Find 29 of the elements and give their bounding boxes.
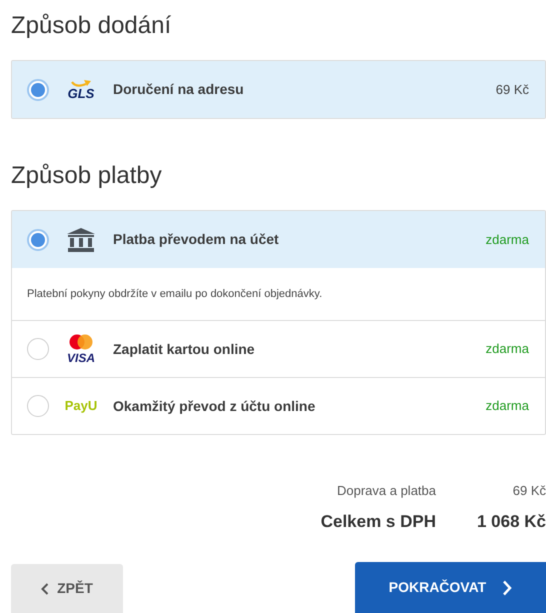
chevron-left-icon <box>41 582 50 594</box>
option-row[interactable]: Platba převodem na účet zdarma <box>12 211 545 268</box>
bank-icon <box>67 228 95 252</box>
section-heading: Způsob dodání <box>11 14 172 38</box>
chevron-right-icon <box>502 580 512 596</box>
section-heading: Způsob platby <box>11 164 163 188</box>
option-label: Platba převodem na účet <box>113 230 280 249</box>
summary-label: Celkem s DPH <box>320 510 436 532</box>
option-price: zdarma <box>486 340 529 358</box>
option-price: 69 Kč <box>496 80 529 99</box>
option-price: zdarma <box>486 397 529 416</box>
summary-value: 69 Kč <box>512 482 546 500</box>
continue-button[interactable]: POKRAČOVAT <box>355 562 546 613</box>
summary-value: 1 068 Kč <box>476 510 546 532</box>
option-label: Okamžitý převod z účtu online <box>113 396 316 416</box>
payu-logo: PayU <box>64 397 98 416</box>
card-logo: VISA <box>66 334 95 364</box>
option-price: zdarma <box>486 230 529 249</box>
option-row[interactable]: PayU Okamžitý převod z účtu online zdarma <box>12 377 545 434</box>
radio-button[interactable] <box>27 228 49 250</box>
option-label: Zaplatit kartou online <box>113 340 256 359</box>
summary-label: Doprava a platba <box>336 482 436 500</box>
option-row[interactable]: GLS Doručení na adresu 69 Kč <box>12 61 545 118</box>
gls-logo: GLS <box>68 79 94 100</box>
radio-button[interactable] <box>27 338 49 360</box>
option-label: Doručení na adresu <box>113 80 245 99</box>
radio-button[interactable] <box>27 395 49 417</box>
back-button[interactable]: ZPĚT <box>11 564 123 613</box>
radio-button[interactable] <box>27 78 49 100</box>
